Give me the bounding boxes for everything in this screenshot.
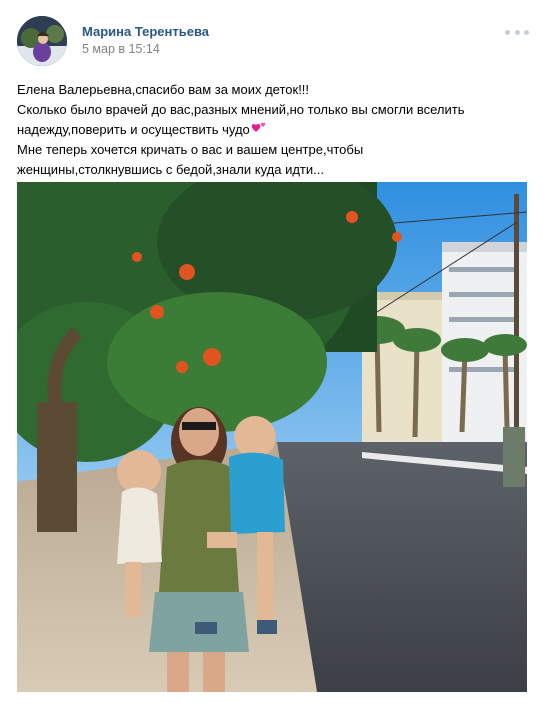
dot-icon — [505, 29, 510, 35]
avatar-image — [17, 16, 67, 66]
dot-icon — [514, 29, 520, 35]
dot-icon — [524, 29, 529, 35]
post-text-line: Мне теперь хочется кричать о вас и вашем… — [17, 142, 364, 157]
author-name[interactable]: Марина Терентьева — [82, 24, 209, 39]
author-avatar[interactable] — [17, 16, 67, 66]
post-text-line: надежду,поверить и осуществить чудо — [17, 120, 527, 140]
more-options-icon[interactable] — [505, 26, 529, 38]
post-text-fragment: надежду,поверить и осуществить чудо — [17, 122, 250, 137]
post-card: Марина Терентьева 5 мар в 15:14 Елена Ва… — [0, 0, 543, 708]
post-text-line: Сколько было врачей до вас,разных мнений… — [17, 102, 465, 117]
post-photo[interactable] — [17, 182, 527, 692]
post-text: Елена Валерьевна,спасибо вам за моих дет… — [17, 80, 527, 180]
post-text-line: женщины,столкнувшись с бедой,знали куда … — [17, 162, 324, 177]
post-date[interactable]: 5 мар в 15:14 — [82, 42, 160, 56]
heart-emoji-icon — [251, 122, 266, 132]
post-text-line: Елена Валерьевна,спасибо вам за моих дет… — [17, 82, 310, 97]
